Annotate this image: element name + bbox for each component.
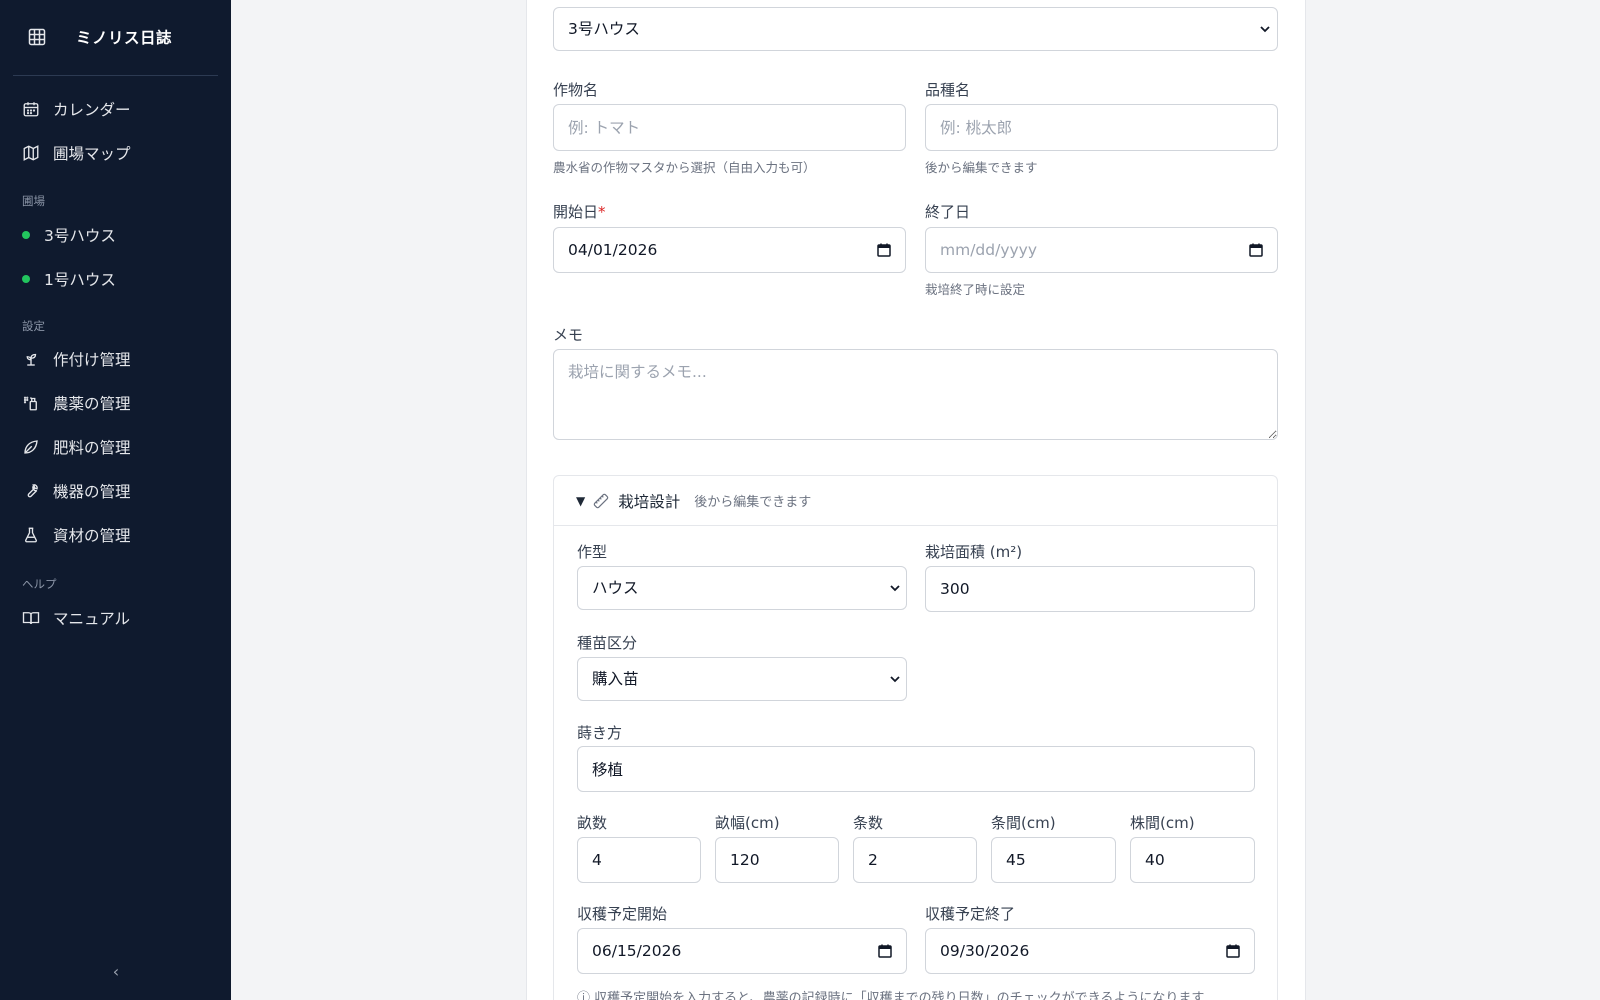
cultivation-design-title: 栽培設計	[618, 492, 681, 511]
book-icon	[22, 609, 40, 627]
end-date-field[interactable]	[925, 227, 1278, 273]
start-date-field[interactable]	[553, 227, 906, 273]
harvest-note: ⓘ 収穫予定開始を入力すると、農薬の記録時に「収穫までの残り日数」のチェックがで…	[577, 991, 1205, 1000]
spray-icon	[22, 394, 40, 412]
area-label: 栽培面積 (m²)	[925, 543, 1023, 561]
plant-spacing-label: 株間(cm)	[1130, 814, 1195, 832]
variety-label: 品種名	[925, 81, 971, 99]
map-icon	[22, 144, 40, 162]
crop-type-select[interactable]: ハウス	[577, 566, 907, 610]
nav-label: 肥料の管理	[53, 439, 131, 457]
nav-label: マニュアル	[53, 610, 131, 628]
collapse-triangle-icon: ▼	[576, 493, 586, 508]
nav-label: 資材の管理	[53, 527, 131, 545]
field-select[interactable]: 3号ハウス	[553, 7, 1278, 51]
harvest-end-field[interactable]	[925, 928, 1255, 974]
harvest-start-input[interactable]	[577, 928, 907, 974]
crop-input[interactable]	[553, 104, 906, 151]
sprout-icon	[22, 350, 40, 368]
area-input[interactable]	[925, 566, 1255, 612]
sidebar-field-1[interactable]: 1号ハウス	[22, 266, 116, 292]
seedling-label: 種苗区分	[577, 634, 638, 652]
sowing-input[interactable]	[577, 746, 1255, 792]
end-date-label: 終了日	[925, 203, 971, 221]
cultivation-design-toggle[interactable]: ▼ 栽培設計 後から編集できます	[554, 476, 1277, 526]
variety-input[interactable]	[925, 104, 1278, 151]
crop-label: 作物名	[553, 81, 599, 99]
ruler-icon	[593, 493, 609, 508]
nav-label: 機器の管理	[53, 483, 131, 501]
row-spacing-label: 条間(cm)	[991, 814, 1056, 832]
field-label: 3号ハウス	[44, 227, 116, 245]
brand[interactable]: ミノリス日誌	[13, 14, 218, 76]
nav-fertilizer[interactable]: 肥料の管理	[22, 432, 131, 462]
nav-label: 作付け管理	[53, 351, 131, 369]
rows-label: 条数	[853, 814, 884, 832]
calendar-icon	[22, 100, 40, 118]
app-title: ミノリス日誌	[76, 29, 173, 47]
nav-planting[interactable]: 作付け管理	[22, 344, 131, 374]
collapse-sidebar-button[interactable]: ‹	[108, 962, 124, 984]
field-label: 1号ハウス	[44, 271, 116, 289]
nav-materials[interactable]: 資材の管理	[22, 520, 131, 550]
plant-spacing-input[interactable]	[1130, 837, 1255, 883]
memo-label: メモ	[553, 326, 584, 344]
required-mark: *	[598, 203, 606, 221]
status-dot	[22, 275, 30, 283]
nav-field-map[interactable]: 圃場マップ	[22, 138, 131, 168]
harvest-end-label: 収穫予定終了	[925, 905, 1016, 923]
cultivation-design-subtitle: 後から編集できます	[694, 495, 812, 510]
beds-label: 畝数	[577, 814, 608, 832]
nav-equipment[interactable]: 機器の管理	[22, 476, 131, 506]
harvest-start-field[interactable]	[577, 928, 907, 974]
nav-manual[interactable]: マニュアル	[22, 603, 130, 633]
leaf-icon	[22, 438, 40, 456]
sowing-label: 蒔き方	[577, 724, 623, 742]
end-date-hint: 栽培終了時に設定	[925, 282, 1026, 297]
harvest-end-input[interactable]	[925, 928, 1255, 974]
end-date-input[interactable]	[925, 227, 1278, 273]
nav-label: 圃場マップ	[53, 145, 131, 163]
section-settings: 設定	[22, 319, 45, 333]
bed-width-input[interactable]	[715, 837, 839, 883]
sidebar: ミノリス日誌 カレンダー 圃場マップ 圃場 3号ハウス 1号ハウス 設定 作付け…	[0, 0, 231, 1000]
memo-textarea[interactable]	[553, 349, 1278, 440]
start-date-label: 開始日*	[553, 203, 606, 221]
row-spacing-input[interactable]	[991, 837, 1116, 883]
sidebar-field-3[interactable]: 3号ハウス	[22, 222, 116, 248]
nav-calendar[interactable]: カレンダー	[22, 94, 131, 124]
section-help: ヘルプ	[22, 577, 57, 591]
bed-width-label: 畝幅(cm)	[715, 814, 780, 832]
harvest-start-label: 収穫予定開始	[577, 905, 668, 923]
seedling-select[interactable]: 購入苗	[577, 657, 907, 701]
rows-input[interactable]	[853, 837, 977, 883]
nav-label: カレンダー	[53, 101, 131, 119]
beds-input[interactable]	[577, 837, 701, 883]
status-dot	[22, 231, 30, 239]
flask-icon	[22, 526, 40, 544]
section-fields: 圃場	[22, 194, 45, 208]
grid-icon	[28, 28, 46, 46]
start-date-input[interactable]	[553, 227, 906, 273]
nav-label: 農薬の管理	[53, 395, 131, 413]
wrench-icon	[22, 482, 40, 500]
nav-pesticide[interactable]: 農薬の管理	[22, 388, 131, 418]
variety-hint: 後から編集できます	[925, 160, 1038, 175]
crop-type-label: 作型	[577, 543, 608, 561]
crop-hint: 農水省の作物マスタから選択（自由入力も可）	[553, 160, 816, 175]
